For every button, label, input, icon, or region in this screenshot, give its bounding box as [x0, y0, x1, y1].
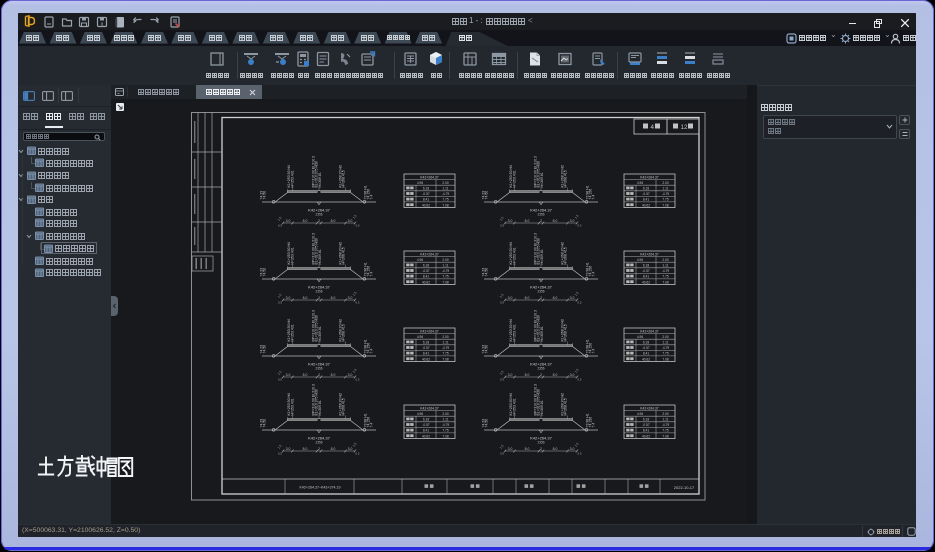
- svg-text:a: a: [101, 21, 104, 27]
- svg-text:2022-10-17: 2022-10-17: [674, 485, 695, 490]
- svg-text:12: 12: [681, 124, 688, 131]
- svg-text:K42+264.37~K43+374.19: K42+264.37~K43+374.19: [299, 486, 340, 490]
- svg-text:4: 4: [651, 124, 655, 131]
